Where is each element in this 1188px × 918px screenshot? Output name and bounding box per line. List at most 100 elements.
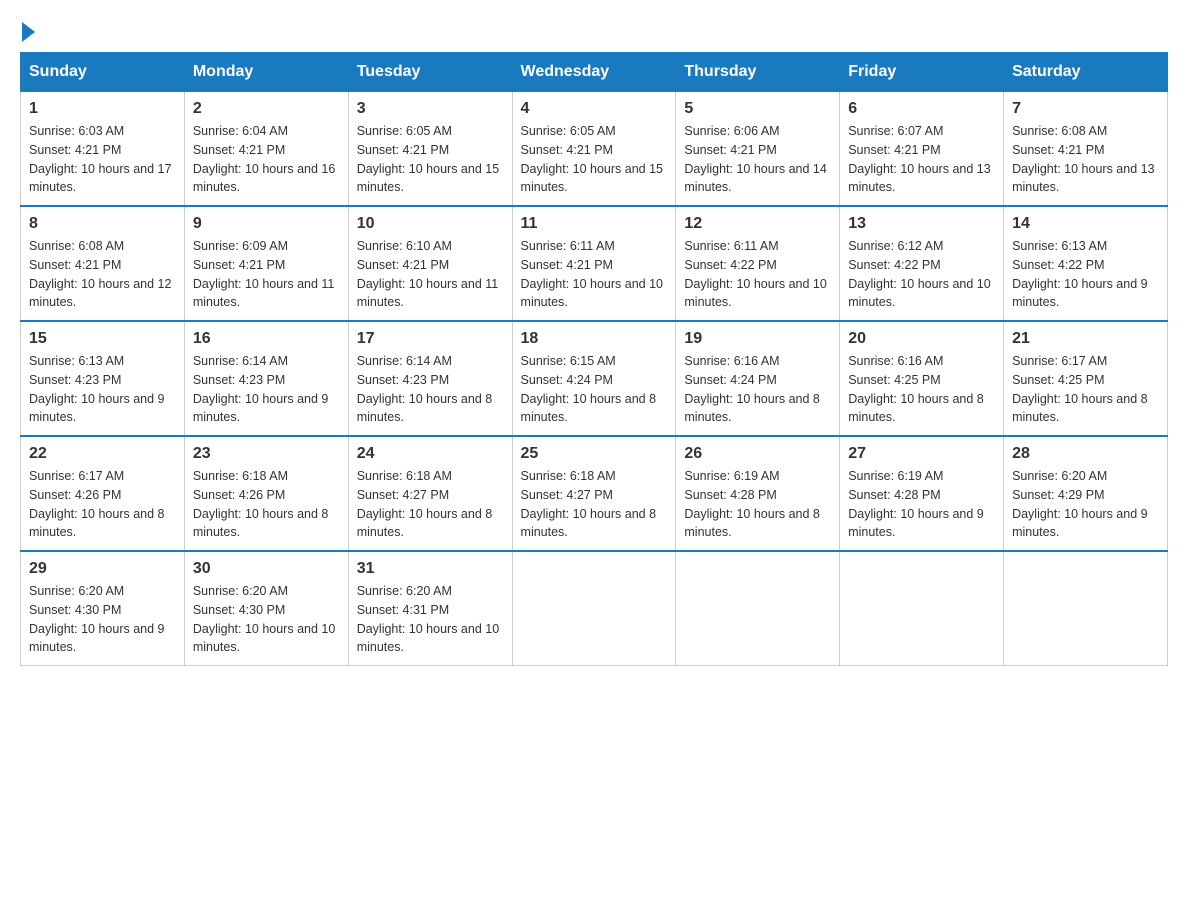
day-info: Sunrise: 6:14 AM Sunset: 4:23 PM Dayligh… [193, 352, 340, 427]
calendar-cell: 2 Sunrise: 6:04 AM Sunset: 4:21 PM Dayli… [184, 92, 348, 207]
day-info: Sunrise: 6:20 AM Sunset: 4:30 PM Dayligh… [193, 582, 340, 657]
day-number: 15 [29, 330, 176, 348]
calendar-header-monday: Monday [184, 53, 348, 92]
day-info: Sunrise: 6:14 AM Sunset: 4:23 PM Dayligh… [357, 352, 504, 427]
day-number: 16 [193, 330, 340, 348]
day-number: 29 [29, 560, 176, 578]
day-info: Sunrise: 6:19 AM Sunset: 4:28 PM Dayligh… [848, 467, 995, 542]
calendar-cell: 17 Sunrise: 6:14 AM Sunset: 4:23 PM Dayl… [348, 321, 512, 436]
calendar-cell: 1 Sunrise: 6:03 AM Sunset: 4:21 PM Dayli… [21, 92, 185, 207]
calendar-week-row: 8 Sunrise: 6:08 AM Sunset: 4:21 PM Dayli… [21, 206, 1168, 321]
day-info: Sunrise: 6:16 AM Sunset: 4:24 PM Dayligh… [684, 352, 831, 427]
day-number: 11 [521, 215, 668, 233]
calendar-cell [512, 551, 676, 666]
day-info: Sunrise: 6:05 AM Sunset: 4:21 PM Dayligh… [357, 122, 504, 197]
day-info: Sunrise: 6:08 AM Sunset: 4:21 PM Dayligh… [1012, 122, 1159, 197]
day-number: 3 [357, 100, 504, 118]
day-info: Sunrise: 6:03 AM Sunset: 4:21 PM Dayligh… [29, 122, 176, 197]
day-info: Sunrise: 6:15 AM Sunset: 4:24 PM Dayligh… [521, 352, 668, 427]
day-number: 9 [193, 215, 340, 233]
day-number: 19 [684, 330, 831, 348]
calendar-body: 1 Sunrise: 6:03 AM Sunset: 4:21 PM Dayli… [21, 92, 1168, 666]
day-number: 30 [193, 560, 340, 578]
day-number: 28 [1012, 445, 1159, 463]
logo [20, 20, 35, 42]
calendar-week-row: 22 Sunrise: 6:17 AM Sunset: 4:26 PM Dayl… [21, 436, 1168, 551]
calendar-cell: 21 Sunrise: 6:17 AM Sunset: 4:25 PM Dayl… [1004, 321, 1168, 436]
day-info: Sunrise: 6:17 AM Sunset: 4:25 PM Dayligh… [1012, 352, 1159, 427]
day-number: 31 [357, 560, 504, 578]
calendar-cell: 27 Sunrise: 6:19 AM Sunset: 4:28 PM Dayl… [840, 436, 1004, 551]
calendar-cell: 26 Sunrise: 6:19 AM Sunset: 4:28 PM Dayl… [676, 436, 840, 551]
day-number: 24 [357, 445, 504, 463]
day-number: 12 [684, 215, 831, 233]
calendar-cell: 13 Sunrise: 6:12 AM Sunset: 4:22 PM Dayl… [840, 206, 1004, 321]
calendar-cell: 25 Sunrise: 6:18 AM Sunset: 4:27 PM Dayl… [512, 436, 676, 551]
day-number: 1 [29, 100, 176, 118]
day-info: Sunrise: 6:18 AM Sunset: 4:26 PM Dayligh… [193, 467, 340, 542]
calendar-cell: 18 Sunrise: 6:15 AM Sunset: 4:24 PM Dayl… [512, 321, 676, 436]
day-info: Sunrise: 6:13 AM Sunset: 4:22 PM Dayligh… [1012, 237, 1159, 312]
day-number: 21 [1012, 330, 1159, 348]
calendar-cell: 16 Sunrise: 6:14 AM Sunset: 4:23 PM Dayl… [184, 321, 348, 436]
logo-arrow-icon [22, 22, 35, 42]
calendar-cell: 20 Sunrise: 6:16 AM Sunset: 4:25 PM Dayl… [840, 321, 1004, 436]
day-info: Sunrise: 6:07 AM Sunset: 4:21 PM Dayligh… [848, 122, 995, 197]
day-info: Sunrise: 6:11 AM Sunset: 4:21 PM Dayligh… [521, 237, 668, 312]
day-number: 8 [29, 215, 176, 233]
day-number: 25 [521, 445, 668, 463]
day-number: 4 [521, 100, 668, 118]
page-header [20, 20, 1168, 42]
day-number: 20 [848, 330, 995, 348]
calendar-cell: 7 Sunrise: 6:08 AM Sunset: 4:21 PM Dayli… [1004, 92, 1168, 207]
calendar-table: SundayMondayTuesdayWednesdayThursdayFrid… [20, 52, 1168, 666]
day-info: Sunrise: 6:18 AM Sunset: 4:27 PM Dayligh… [357, 467, 504, 542]
day-info: Sunrise: 6:09 AM Sunset: 4:21 PM Dayligh… [193, 237, 340, 312]
calendar-cell: 15 Sunrise: 6:13 AM Sunset: 4:23 PM Dayl… [21, 321, 185, 436]
day-info: Sunrise: 6:12 AM Sunset: 4:22 PM Dayligh… [848, 237, 995, 312]
calendar-cell: 3 Sunrise: 6:05 AM Sunset: 4:21 PM Dayli… [348, 92, 512, 207]
calendar-cell: 6 Sunrise: 6:07 AM Sunset: 4:21 PM Dayli… [840, 92, 1004, 207]
day-info: Sunrise: 6:17 AM Sunset: 4:26 PM Dayligh… [29, 467, 176, 542]
calendar-week-row: 1 Sunrise: 6:03 AM Sunset: 4:21 PM Dayli… [21, 92, 1168, 207]
calendar-week-row: 15 Sunrise: 6:13 AM Sunset: 4:23 PM Dayl… [21, 321, 1168, 436]
day-number: 17 [357, 330, 504, 348]
day-info: Sunrise: 6:05 AM Sunset: 4:21 PM Dayligh… [521, 122, 668, 197]
day-number: 18 [521, 330, 668, 348]
day-number: 5 [684, 100, 831, 118]
day-number: 2 [193, 100, 340, 118]
day-number: 10 [357, 215, 504, 233]
calendar-cell: 5 Sunrise: 6:06 AM Sunset: 4:21 PM Dayli… [676, 92, 840, 207]
day-number: 13 [848, 215, 995, 233]
calendar-cell: 10 Sunrise: 6:10 AM Sunset: 4:21 PM Dayl… [348, 206, 512, 321]
day-number: 26 [684, 445, 831, 463]
day-info: Sunrise: 6:10 AM Sunset: 4:21 PM Dayligh… [357, 237, 504, 312]
calendar-cell: 24 Sunrise: 6:18 AM Sunset: 4:27 PM Dayl… [348, 436, 512, 551]
calendar-cell: 11 Sunrise: 6:11 AM Sunset: 4:21 PM Dayl… [512, 206, 676, 321]
calendar-header-saturday: Saturday [1004, 53, 1168, 92]
day-info: Sunrise: 6:13 AM Sunset: 4:23 PM Dayligh… [29, 352, 176, 427]
calendar-cell: 22 Sunrise: 6:17 AM Sunset: 4:26 PM Dayl… [21, 436, 185, 551]
calendar-cell [676, 551, 840, 666]
calendar-cell: 14 Sunrise: 6:13 AM Sunset: 4:22 PM Dayl… [1004, 206, 1168, 321]
day-info: Sunrise: 6:18 AM Sunset: 4:27 PM Dayligh… [521, 467, 668, 542]
calendar-cell [840, 551, 1004, 666]
calendar-cell: 9 Sunrise: 6:09 AM Sunset: 4:21 PM Dayli… [184, 206, 348, 321]
calendar-cell: 23 Sunrise: 6:18 AM Sunset: 4:26 PM Dayl… [184, 436, 348, 551]
calendar-week-row: 29 Sunrise: 6:20 AM Sunset: 4:30 PM Dayl… [21, 551, 1168, 666]
day-number: 7 [1012, 100, 1159, 118]
calendar-cell: 12 Sunrise: 6:11 AM Sunset: 4:22 PM Dayl… [676, 206, 840, 321]
day-info: Sunrise: 6:08 AM Sunset: 4:21 PM Dayligh… [29, 237, 176, 312]
day-info: Sunrise: 6:19 AM Sunset: 4:28 PM Dayligh… [684, 467, 831, 542]
calendar-cell: 28 Sunrise: 6:20 AM Sunset: 4:29 PM Dayl… [1004, 436, 1168, 551]
calendar-cell: 30 Sunrise: 6:20 AM Sunset: 4:30 PM Dayl… [184, 551, 348, 666]
day-number: 22 [29, 445, 176, 463]
day-info: Sunrise: 6:04 AM Sunset: 4:21 PM Dayligh… [193, 122, 340, 197]
calendar-cell [1004, 551, 1168, 666]
calendar-cell: 31 Sunrise: 6:20 AM Sunset: 4:31 PM Dayl… [348, 551, 512, 666]
day-number: 23 [193, 445, 340, 463]
calendar-cell: 4 Sunrise: 6:05 AM Sunset: 4:21 PM Dayli… [512, 92, 676, 207]
calendar-header-wednesday: Wednesday [512, 53, 676, 92]
day-info: Sunrise: 6:20 AM Sunset: 4:31 PM Dayligh… [357, 582, 504, 657]
day-info: Sunrise: 6:20 AM Sunset: 4:29 PM Dayligh… [1012, 467, 1159, 542]
